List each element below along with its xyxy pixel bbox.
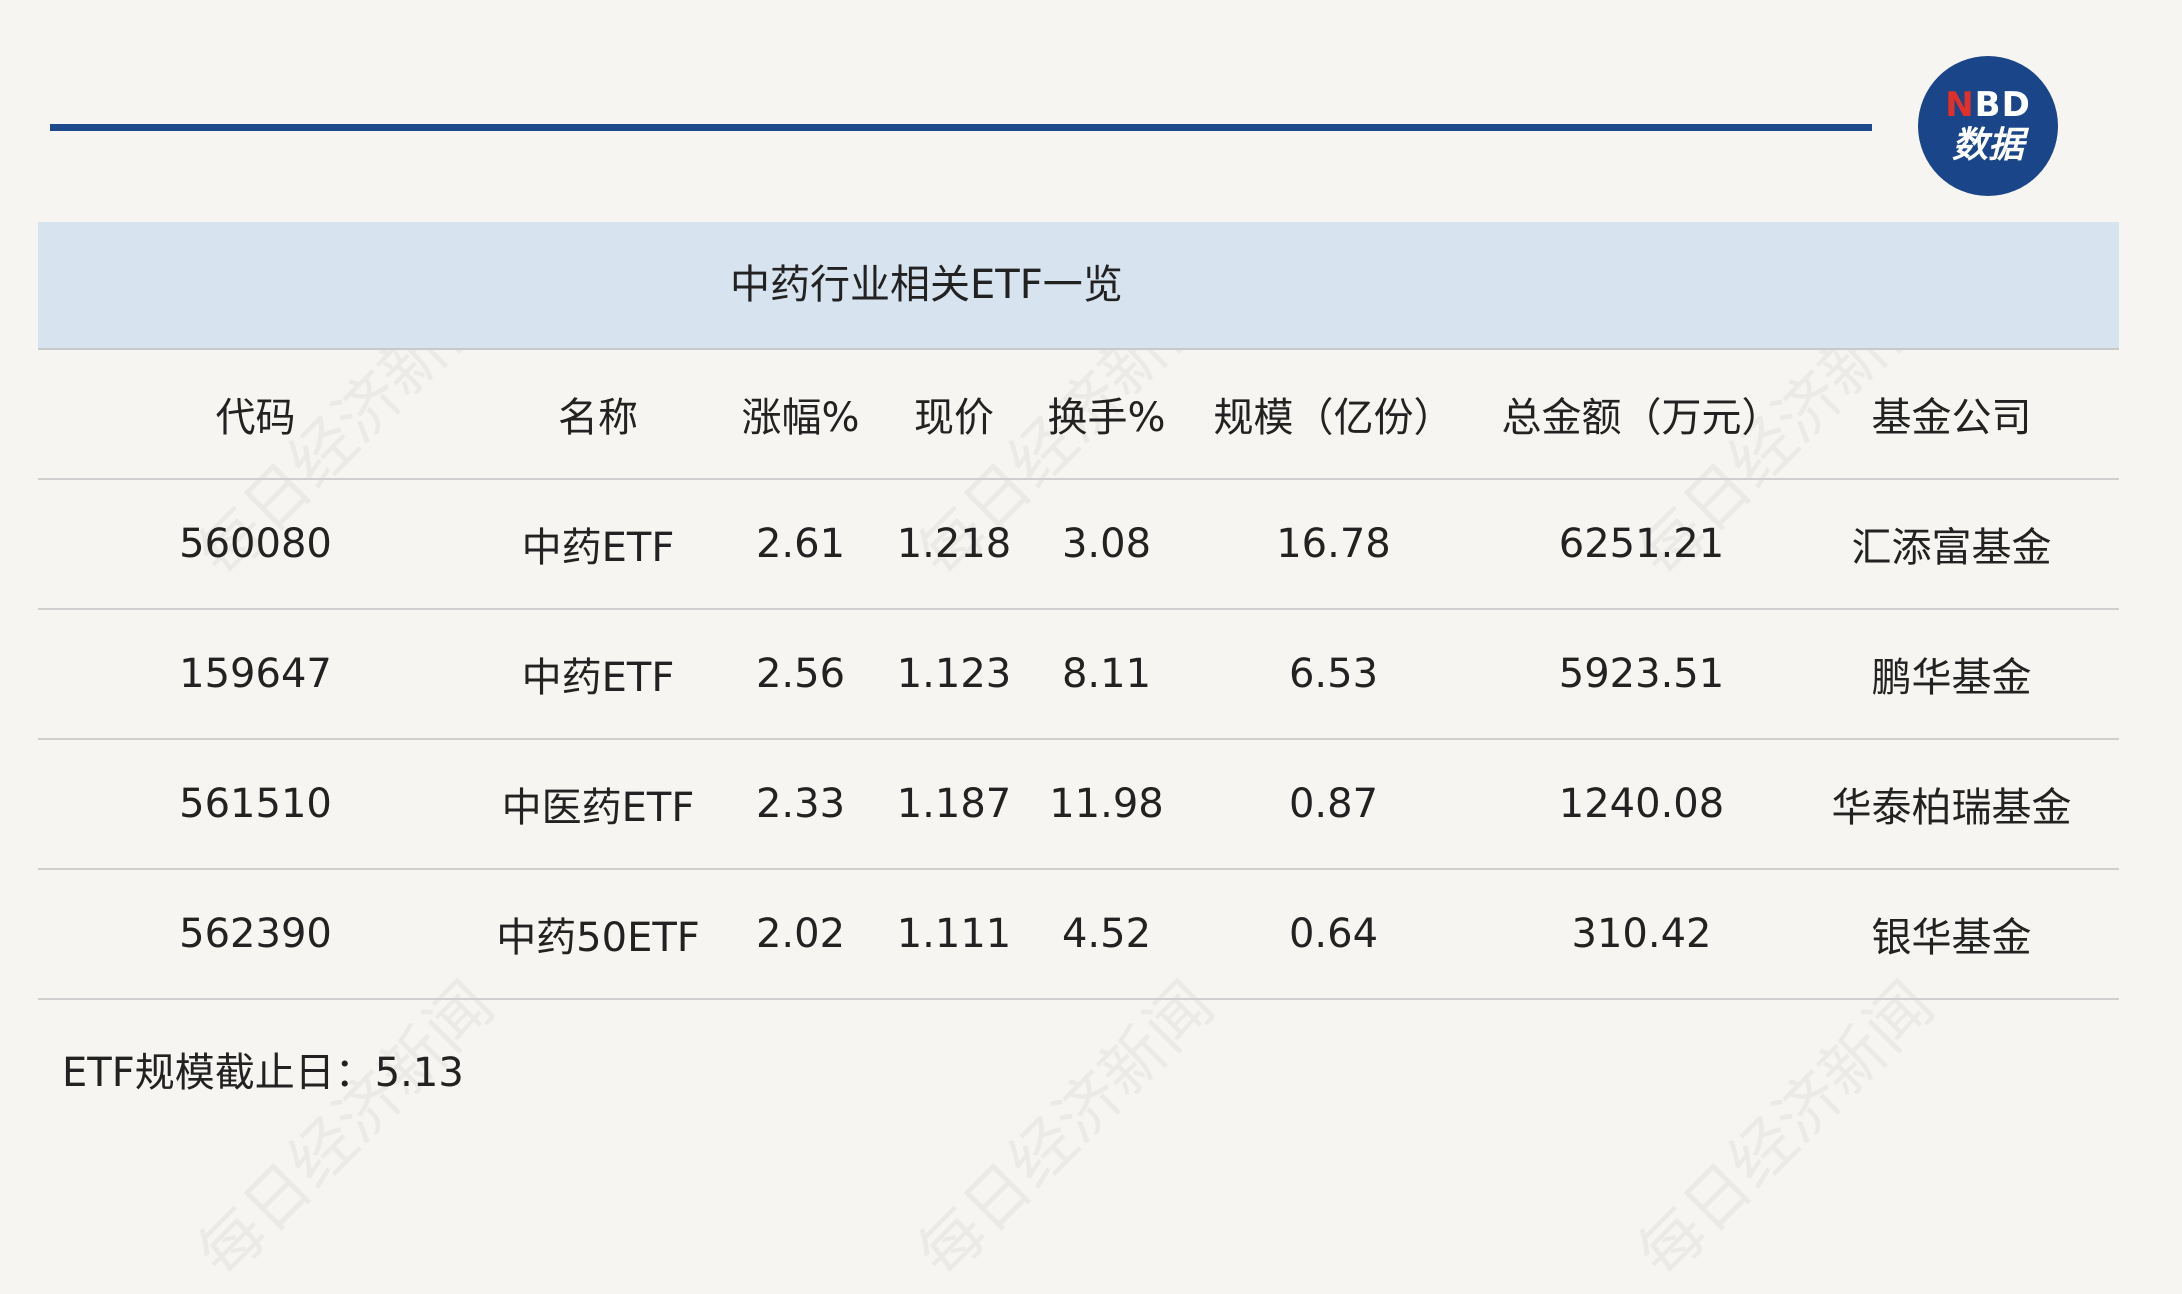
table-header-row: 代码 名称 涨幅% 现价 换手% 规模（亿份） 总金额（万元） 基金公司: [38, 350, 2119, 480]
cell-fund-company: 华泰柏瑞基金: [1831, 785, 2072, 831]
watermark: 每日经济新闻: [904, 968, 1229, 1293]
cell-change-pct: 2.33: [755, 781, 846, 827]
cell-name: 中药ETF: [521, 525, 675, 571]
cell-scale: 16.78: [1276, 521, 1391, 567]
top-divider: [50, 124, 1872, 131]
etf-table: 中药行业相关ETF一览 代码 名称 涨幅% 现价 换手% 规模（亿份） 总金额（…: [38, 222, 2119, 1000]
cell-code: 560080: [179, 521, 332, 567]
cell-turnover-pct: 3.08: [1061, 521, 1152, 567]
logo-text-bottom: 数据: [1951, 125, 2024, 166]
header-change-pct: 涨幅%: [741, 395, 860, 441]
cell-code: 159647: [179, 651, 332, 697]
table-row: 159647 中药ETF 2.56 1.123 8.11 6.53 5923.5…: [38, 610, 2119, 740]
footnote: ETF规模截止日：5.13: [62, 1050, 464, 1096]
cell-name: 中药50ETF: [496, 915, 700, 961]
table-row: 560080 中药ETF 2.61 1.218 3.08 16.78 6251.…: [38, 480, 2119, 610]
cell-code: 561510: [179, 781, 332, 827]
table-row: 561510 中医药ETF 2.33 1.187 11.98 0.87 1240…: [38, 740, 2119, 870]
cell-turnover-pct: 11.98: [1049, 781, 1164, 827]
cell-code: 562390: [179, 911, 332, 957]
cell-scale: 0.64: [1288, 911, 1379, 957]
header-price: 现价: [914, 395, 994, 441]
cell-turnover-pct: 8.11: [1061, 651, 1152, 697]
cell-price: 1.123: [896, 651, 1012, 697]
cell-scale: 0.87: [1288, 781, 1379, 827]
cell-total-amount: 5923.51: [1558, 651, 1725, 697]
header-total-amount: 总金额（万元）: [1501, 395, 1782, 441]
cell-scale: 6.53: [1288, 651, 1379, 697]
table-row: 562390 中药50ETF 2.02 1.111 4.52 0.64 310.…: [38, 870, 2119, 1000]
logo-text-top: NBD: [1945, 88, 2031, 122]
header-scale: 规模（亿份）: [1213, 395, 1454, 441]
cell-change-pct: 2.56: [755, 651, 846, 697]
table-title-bar: 中药行业相关ETF一览: [38, 222, 2119, 350]
nbd-logo: NBD 数据: [1918, 56, 2058, 196]
cell-price: 1.218: [896, 521, 1012, 567]
cell-fund-company: 银华基金: [1871, 915, 2032, 961]
header-fund-company: 基金公司: [1871, 395, 2032, 441]
cell-total-amount: 1240.08: [1558, 781, 1725, 827]
table-title: 中药行业相关ETF一览: [730, 262, 1123, 308]
cell-total-amount: 6251.21: [1558, 521, 1725, 567]
cell-price: 1.111: [896, 911, 1012, 957]
cell-name: 中医药ETF: [501, 785, 695, 831]
watermark: 每日经济新闻: [1624, 968, 1949, 1293]
header-name: 名称: [558, 395, 638, 441]
cell-change-pct: 2.02: [755, 911, 846, 957]
cell-fund-company: 鹏华基金: [1871, 655, 2032, 701]
header-code: 代码: [215, 395, 296, 441]
cell-change-pct: 2.61: [755, 521, 846, 567]
logo-letter-n: N: [1945, 85, 1975, 125]
header-turnover-pct: 换手%: [1047, 395, 1166, 441]
watermark: 每日经济新闻: [184, 968, 509, 1293]
cell-turnover-pct: 4.52: [1061, 911, 1152, 957]
cell-price: 1.187: [896, 781, 1012, 827]
cell-name: 中药ETF: [521, 655, 675, 701]
cell-total-amount: 310.42: [1571, 911, 1712, 957]
cell-fund-company: 汇添富基金: [1851, 525, 2052, 571]
logo-letters-bd: BD: [1974, 85, 2031, 125]
